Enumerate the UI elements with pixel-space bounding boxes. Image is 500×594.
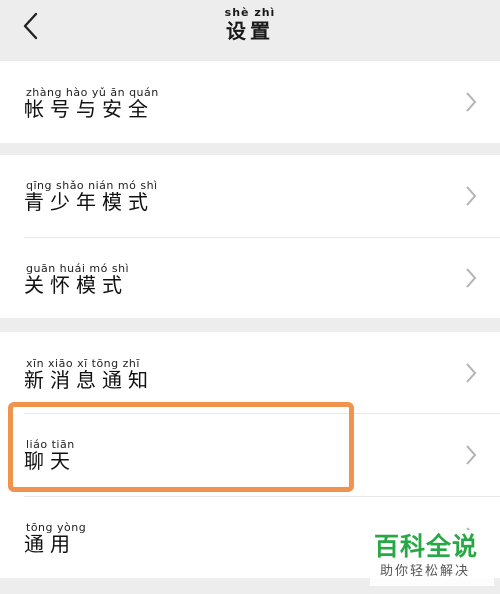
chevron-right-icon xyxy=(466,445,477,465)
settings-item-label: 通用 xyxy=(24,532,76,556)
highlight-box xyxy=(8,402,354,492)
settings-item-teen-mode[interactable]: qīng shǎo nián mó shì 青少年模式 xyxy=(0,155,500,237)
settings-item-label: 关怀模式 xyxy=(24,273,128,297)
chevron-right-icon xyxy=(466,363,477,383)
watermark-logo: 百科全说 助你轻松解决 xyxy=(370,530,494,586)
settings-item-account-security[interactable]: zhàng hào yǔ ān quán 帐号与安全 xyxy=(0,61,500,143)
chevron-right-icon xyxy=(466,268,477,288)
settings-item-label: 帐号与安全 xyxy=(24,97,154,121)
settings-item-label: 新消息通知 xyxy=(24,368,154,392)
settings-item-notifications[interactable]: xīn xiāo xī tōng zhī 新消息通知 xyxy=(0,332,500,413)
page-title-text: 设置 xyxy=(226,19,274,43)
chevron-right-icon xyxy=(466,186,477,206)
nav-header: shè zhì 设置 xyxy=(0,0,500,56)
settings-group-modes: qīng shǎo nián mó shì 青少年模式 guān huái mó… xyxy=(0,155,500,318)
settings-item-label: 青少年模式 xyxy=(24,190,154,214)
chevron-right-icon xyxy=(466,92,477,112)
page-title-pinyin: shè zhì xyxy=(224,6,276,19)
watermark-title: 百科全说 xyxy=(374,532,479,561)
watermark-subtitle: 助你轻松解决 xyxy=(380,564,471,579)
settings-group-account: zhàng hào yǔ ān quán 帐号与安全 xyxy=(0,61,500,143)
page-title: shè zhì 设置 xyxy=(0,6,500,43)
settings-item-care-mode[interactable]: guān huái mó shì 关怀模式 xyxy=(0,238,500,318)
